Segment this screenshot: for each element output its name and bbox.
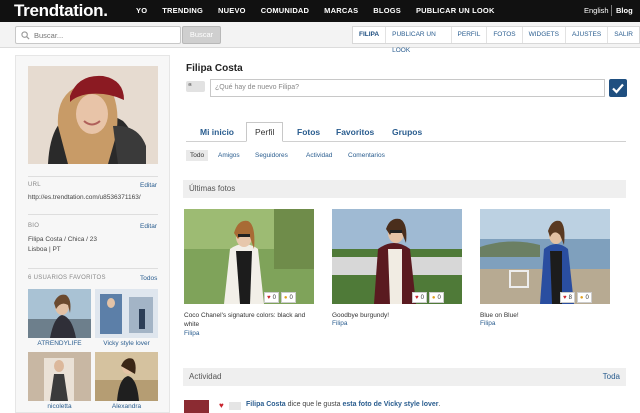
profile-url[interactable]: http://es.trendtation.com/u8536371163/ xyxy=(28,193,141,202)
like-badge xyxy=(229,402,241,410)
favorite-user-name[interactable]: nicoletta xyxy=(28,403,91,410)
activity-user-link[interactable]: Filipa Costa xyxy=(246,401,286,408)
subtab-comentarios[interactable]: Comentarios xyxy=(348,152,385,159)
nav-blogs[interactable]: BLOGS xyxy=(373,6,401,15)
subnav-publicar-look[interactable]: PUBLICAR UN LOOK xyxy=(386,27,452,54)
subtab-todo[interactable]: Todo xyxy=(186,150,209,161)
url-label: URL xyxy=(28,182,41,188)
section-title: Últimas fotos xyxy=(189,184,236,193)
photo-user-link[interactable]: Filipa xyxy=(332,320,348,327)
activity-all-link[interactable]: Toda xyxy=(603,368,620,386)
heart-icon: ♥ xyxy=(219,401,224,410)
status-input[interactable]: ¿Qué hay de nuevo Filipa? xyxy=(210,79,605,97)
comment-icon: ● xyxy=(283,294,288,301)
nav-yo[interactable]: YO xyxy=(136,6,147,15)
heart-icon: ♥ xyxy=(415,294,419,301)
blog-link[interactable]: Blog xyxy=(616,6,633,15)
photo-thumbnail[interactable] xyxy=(184,209,314,304)
profile-name: Filipa Costa xyxy=(186,63,243,74)
section-title: Actividad xyxy=(189,372,222,381)
search-icon xyxy=(21,31,30,40)
divider xyxy=(28,176,158,177)
favorite-user-photo[interactable] xyxy=(28,352,91,401)
tab-mi-inicio[interactable]: Mi inicio xyxy=(200,127,234,137)
heart-icon: ♥ xyxy=(267,294,271,301)
photo-caption[interactable]: Blue on Blue! xyxy=(480,311,610,320)
secondary-bar: Buscar FILIPA PUBLICAR UN LOOK PERFIL FO… xyxy=(0,22,640,54)
subtab-seguidores[interactable]: Seguidores xyxy=(255,152,288,159)
photo-caption[interactable]: Goodbye burgundy! xyxy=(332,311,462,320)
language-link[interactable]: English xyxy=(584,6,609,15)
divider xyxy=(611,5,612,16)
bio-edit-link[interactable]: Editar xyxy=(140,223,157,230)
nav-trending[interactable]: TRENDING xyxy=(162,6,203,15)
photo-stats: ♥ 0 ● 0 xyxy=(412,292,444,303)
subnav-salir[interactable]: SALIR xyxy=(608,27,639,43)
nav-comunidad[interactable]: COMUNIDAD xyxy=(261,6,309,15)
activity-photo-link[interactable]: esta foto de Vicky style lover xyxy=(343,401,439,408)
comment-count[interactable]: ● 0 xyxy=(280,292,296,303)
favorite-user-photo[interactable] xyxy=(95,352,158,401)
bio-label: BIO xyxy=(28,223,40,229)
nav-marcas[interactable]: MARCAS xyxy=(324,6,358,15)
comment-count[interactable]: ● 0 xyxy=(428,292,444,303)
profile-sidebar: URL Editar http://es.trendtation.com/u85… xyxy=(15,55,170,413)
like-count[interactable]: ♥ 0 xyxy=(264,292,279,303)
comment-icon: ● xyxy=(431,294,436,301)
bio-line-2: Lisboa | PT xyxy=(28,246,61,253)
search-input[interactable] xyxy=(34,29,174,42)
activity-thumbnail[interactable] xyxy=(184,400,209,413)
heart-icon: ♥ xyxy=(563,294,567,301)
photo-stats: ♥ 0 ● 0 xyxy=(264,292,296,303)
search-button[interactable]: Buscar xyxy=(182,26,221,44)
search-box xyxy=(15,26,181,44)
activity-item: ♥ Filipa Costa dice que le gusta esta fo… xyxy=(184,400,624,413)
activity-text: Filipa Costa dice que le gusta esta foto… xyxy=(246,401,441,408)
user-subnav: FILIPA PUBLICAR UN LOOK PERFIL FOTOS WID… xyxy=(352,26,640,54)
subnav-fotos[interactable]: FOTOS xyxy=(487,27,523,43)
check-icon xyxy=(612,83,624,94)
like-count[interactable]: ♥ 0 xyxy=(412,292,427,303)
favorite-user-photo[interactable] xyxy=(95,289,158,338)
main-menu: YO TRENDING NUEVO COMUNIDAD MARCAS BLOGS… xyxy=(136,6,510,15)
subnav-widgets[interactable]: WIDGETS xyxy=(523,27,566,43)
nav-nuevo[interactable]: NUEVO xyxy=(218,6,246,15)
subtab-amigos[interactable]: Amigos xyxy=(218,152,240,159)
favorites-label: 6 USUARIOS FAVORITOS xyxy=(28,275,106,281)
photo-thumbnail[interactable] xyxy=(332,209,462,304)
subnav-perfil[interactable]: PERFIL xyxy=(452,27,488,43)
status-submit-button[interactable] xyxy=(609,79,627,97)
comment-icon: ● xyxy=(579,294,584,301)
photo-caption[interactable]: Coco Chanel's signature colors: black an… xyxy=(184,311,314,329)
divider xyxy=(28,214,158,215)
photo-user-link[interactable]: Filipa xyxy=(480,320,496,327)
favorite-user-name[interactable]: ATRENDYLIFE xyxy=(28,340,91,347)
like-count[interactable]: ♥ 8 xyxy=(560,292,575,303)
quote-icon: “ xyxy=(186,81,205,92)
profile-photo[interactable] xyxy=(28,66,158,164)
photo-thumbnail[interactable] xyxy=(480,209,610,304)
divider xyxy=(28,268,158,269)
top-navigation-bar: Trendtation. YO TRENDING NUEVO COMUNIDAD… xyxy=(0,0,640,22)
comment-count[interactable]: ● 0 xyxy=(576,292,592,303)
photo-user-link[interactable]: Filipa xyxy=(184,330,200,337)
tab-fotos[interactable]: Fotos xyxy=(297,127,320,137)
latest-photos-header: Últimas fotos xyxy=(183,180,626,198)
tab-perfil[interactable]: Perfil xyxy=(246,122,284,142)
activity-header: Actividad Toda xyxy=(183,368,626,386)
subtab-actividad[interactable]: Actividad xyxy=(306,152,332,159)
nav-publicar-look[interactable]: PUBLICAR UN LOOK xyxy=(416,6,495,15)
subnav-filipa[interactable]: FILIPA xyxy=(353,27,387,43)
url-edit-link[interactable]: Editar xyxy=(140,182,157,189)
favorites-all-link[interactable]: Todos xyxy=(140,275,157,282)
site-logo[interactable]: Trendtation. xyxy=(14,1,108,21)
subnav-ajustes[interactable]: AJUSTES xyxy=(566,27,609,43)
photo-stats: ♥ 8 ● 0 xyxy=(560,292,592,303)
tab-favoritos[interactable]: Favoritos xyxy=(336,127,374,137)
favorite-user-name[interactable]: Alexandra xyxy=(95,403,158,410)
tab-grupos[interactable]: Grupos xyxy=(392,127,422,137)
bio-line-1: Filipa Costa / Chica / 23 xyxy=(28,236,98,243)
favorite-user-photo[interactable] xyxy=(28,289,91,338)
favorite-user-name[interactable]: Vicky style lover xyxy=(95,340,158,347)
